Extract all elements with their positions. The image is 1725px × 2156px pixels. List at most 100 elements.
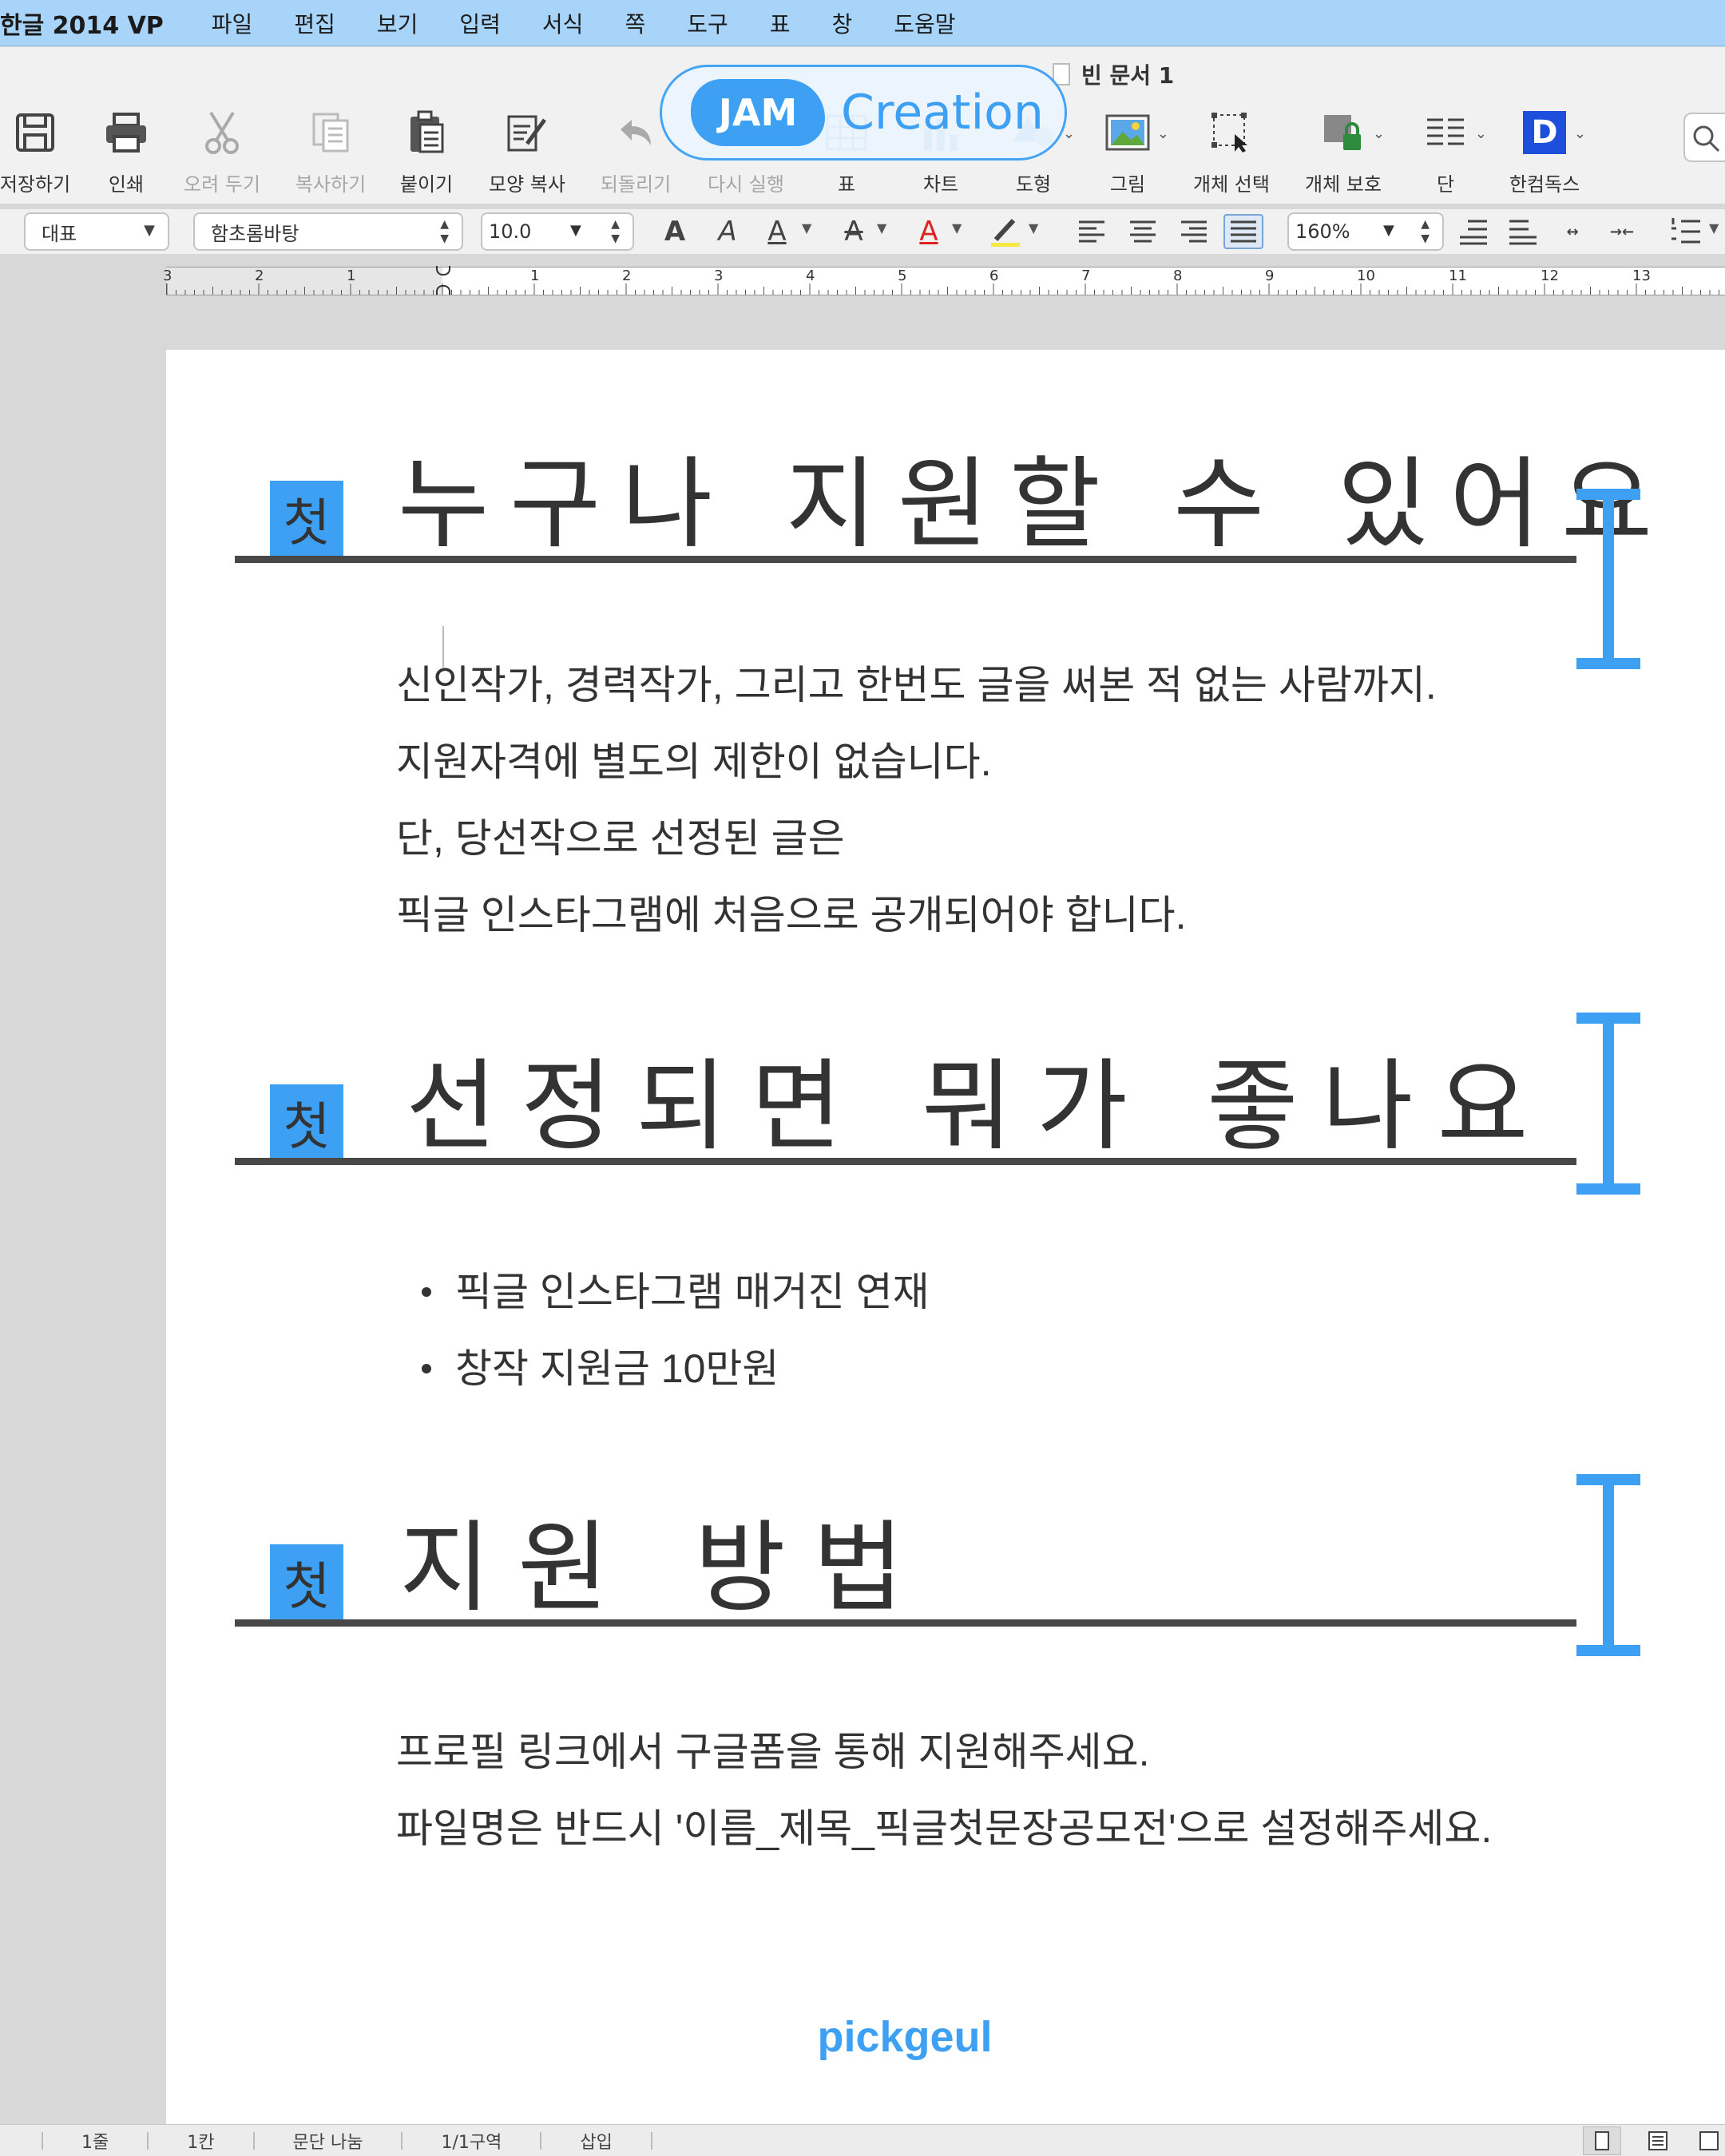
status-bar: 1줄 1칸 문단 나눔 1/1구역 삽입 bbox=[0, 2124, 1725, 2156]
font-size-select[interactable]: 10.0 ▼ ▲ ▼ bbox=[481, 212, 634, 251]
bold-button[interactable]: A bbox=[655, 214, 695, 249]
object-protect-button[interactable]: 개체 보호 ⌄ bbox=[1287, 108, 1399, 196]
char-spacing-narrow-icon: →← bbox=[1609, 223, 1635, 240]
section-header-2: 첫 선정되면 뭐가 좋나요 bbox=[235, 1013, 1701, 1217]
status-line: 1줄 bbox=[81, 2132, 109, 2153]
picture-button[interactable]: 그림 ⌄ bbox=[1072, 108, 1184, 196]
align-center-icon bbox=[1130, 220, 1156, 243]
hancomdocs-label: 한컴독스 bbox=[1509, 173, 1580, 196]
list-item: 창작 지원금 10만원 bbox=[422, 1337, 779, 1394]
char-spacing-narrow-button[interactable]: →← bbox=[1602, 214, 1642, 249]
align-left-button[interactable] bbox=[1072, 214, 1112, 249]
underline-icon: A bbox=[767, 216, 787, 248]
highlight-dropdown-icon[interactable]: ▼ bbox=[1029, 220, 1038, 236]
view-page-button[interactable] bbox=[1583, 2126, 1621, 2155]
char-spacing-wide-icon: ↔ bbox=[1566, 223, 1579, 240]
format-painter-button[interactable]: 모양 복사 bbox=[471, 108, 583, 196]
list-item-text: 창작 지원금 10만원 bbox=[455, 1346, 779, 1391]
style-select[interactable]: 대표 ▼ bbox=[24, 212, 169, 251]
align-justify-button[interactable] bbox=[1223, 214, 1263, 249]
body-text-line: 프로필 링크에서 구글폼을 통해 지원해주세요. bbox=[396, 1730, 1150, 1774]
object-protect-dropdown-icon[interactable]: ⌄ bbox=[1373, 125, 1385, 142]
menu-insert[interactable]: 입력 bbox=[459, 7, 501, 39]
stepper-icon: ▲ ▼ bbox=[1421, 218, 1430, 245]
italic-icon: A bbox=[718, 216, 737, 248]
view-normal-button[interactable] bbox=[1639, 2126, 1677, 2155]
bold-icon: A bbox=[664, 216, 686, 248]
font-color-dropdown-icon[interactable]: ▼ bbox=[952, 220, 962, 236]
cut-button[interactable]: 오려 두기 bbox=[166, 108, 278, 196]
underline-button[interactable]: A bbox=[757, 214, 797, 249]
search-box[interactable] bbox=[1683, 113, 1725, 162]
chevron-down-icon: ▼ bbox=[1383, 222, 1394, 239]
menu-edit[interactable]: 편집 bbox=[294, 7, 335, 39]
numbering-dropdown-icon[interactable]: ▼ bbox=[1709, 220, 1719, 236]
font-value: 함초롬바탕 bbox=[211, 222, 299, 245]
strikethrough-icon: A bbox=[844, 216, 863, 248]
menu-format[interactable]: 서식 bbox=[542, 7, 584, 39]
numbering-button[interactable] bbox=[1666, 214, 1706, 249]
decrease-spacing-icon bbox=[1460, 220, 1487, 245]
align-center-button[interactable] bbox=[1123, 214, 1163, 249]
ruler-area: 3 2 1 1 2 3 4 5 6 7 8 9 10 11 12 13 bbox=[0, 256, 1725, 308]
format-painter-label: 모양 복사 bbox=[489, 173, 565, 196]
print-button[interactable]: 인쇄 bbox=[70, 108, 182, 196]
app-name[interactable]: 한글 2014 VP bbox=[0, 6, 164, 41]
char-spacing-wide-button[interactable]: ↔ bbox=[1552, 214, 1592, 249]
paste-label: 붙이기 bbox=[399, 173, 454, 196]
menu-view[interactable]: 보기 bbox=[377, 7, 418, 39]
menu-page[interactable]: 쪽 bbox=[625, 7, 645, 39]
font-select[interactable]: 함초롬바탕 ▲ ▼ bbox=[193, 212, 463, 251]
shape-label: 도형 bbox=[1015, 173, 1052, 196]
ruler-label: 13 bbox=[1632, 268, 1651, 284]
left-margin-marker[interactable] bbox=[436, 285, 450, 295]
italic-button[interactable]: A bbox=[708, 214, 748, 249]
strikethrough-dropdown-icon[interactable]: ▼ bbox=[877, 220, 886, 236]
underline-dropdown-icon[interactable]: ▼ bbox=[802, 220, 811, 236]
section-rule bbox=[235, 556, 1576, 563]
menu-window[interactable]: 창 bbox=[832, 7, 853, 39]
menu-file[interactable]: 파일 bbox=[212, 7, 253, 39]
hancomdocs-dropdown-icon[interactable]: ⌄ bbox=[1574, 125, 1586, 142]
object-select-button[interactable]: 개체 선택 bbox=[1176, 108, 1287, 196]
horizontal-ruler[interactable]: 3 2 1 1 2 3 4 5 6 7 8 9 10 11 12 13 bbox=[163, 266, 1725, 295]
numbered-list-icon bbox=[1671, 218, 1700, 244]
font-color-button[interactable]: A bbox=[909, 214, 949, 249]
document-page[interactable]: 첫 누구나 지원할 수 있어요 신인작가, 경력작가, 그리고 한번도 글을 써… bbox=[166, 350, 1725, 2124]
format-painter-icon bbox=[502, 108, 552, 157]
section-rule bbox=[235, 1158, 1576, 1165]
object-protect-icon bbox=[1319, 108, 1368, 157]
menu-table[interactable]: 표 bbox=[770, 7, 791, 39]
body-text-line: 지원자격에 별도의 제한이 없습니다. bbox=[396, 739, 992, 784]
ruler-ticks bbox=[166, 283, 1719, 295]
ruler-label: 4 bbox=[806, 268, 815, 284]
chevron-down-icon: ▼ bbox=[144, 222, 155, 239]
decrease-spacing-button[interactable] bbox=[1453, 214, 1493, 249]
ruler-label: 6 bbox=[989, 268, 999, 284]
normal-view-icon bbox=[1648, 2131, 1668, 2150]
section-badge: 첫 bbox=[270, 1544, 343, 1621]
align-right-button[interactable] bbox=[1174, 214, 1214, 249]
picture-icon bbox=[1103, 108, 1152, 157]
highlight-button[interactable] bbox=[985, 214, 1025, 249]
line-spacing-select[interactable]: 160% ▼ ▲ ▼ bbox=[1287, 212, 1444, 251]
object-protect-label: 개체 보호 bbox=[1305, 173, 1382, 196]
menu-help[interactable]: 도움말 bbox=[894, 7, 955, 39]
paste-button[interactable]: 붙이기 bbox=[371, 108, 482, 196]
increase-spacing-button[interactable] bbox=[1503, 214, 1543, 249]
bullet-icon bbox=[422, 1363, 431, 1373]
view-outline-button[interactable] bbox=[1693, 2126, 1725, 2155]
chevron-down-icon: ▼ bbox=[570, 222, 581, 239]
hancomdocs-button[interactable]: D 한컴독스 ⌄ bbox=[1489, 108, 1600, 196]
picture-dropdown-icon[interactable]: ⌄ bbox=[1157, 125, 1169, 142]
ruler-label: 5 bbox=[898, 268, 907, 284]
columns-dropdown-icon[interactable]: ⌄ bbox=[1475, 125, 1487, 142]
columns-button[interactable]: 단 ⌄ bbox=[1390, 108, 1501, 196]
style-value: 대표 bbox=[42, 222, 77, 245]
ruler-label: 8 bbox=[1173, 268, 1183, 284]
menu-tools[interactable]: 도구 bbox=[687, 7, 728, 39]
copy-button[interactable]: 복사하기 bbox=[275, 108, 387, 196]
strikethrough-button[interactable]: A bbox=[834, 214, 874, 249]
status-insert-mode[interactable]: 삽입 bbox=[580, 2128, 612, 2154]
body-text-line: 단, 당선작으로 선정된 글은 bbox=[396, 816, 845, 861]
